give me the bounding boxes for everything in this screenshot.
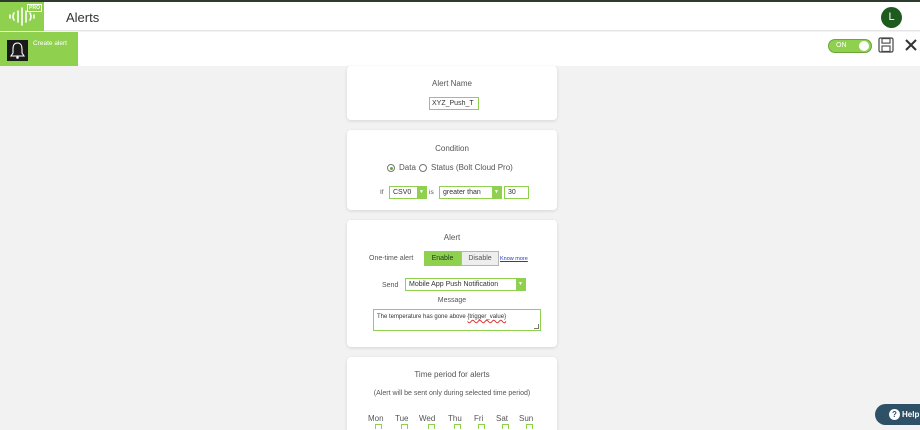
status-radio-label: Status (Bolt Cloud Pro) bbox=[431, 163, 513, 172]
save-icon[interactable] bbox=[878, 37, 894, 53]
day-thu-checkbox[interactable] bbox=[454, 424, 461, 429]
data-radio-label: Data bbox=[399, 163, 416, 172]
day-selector: Mon Tue Wed Thu Fri Sat Sun bbox=[347, 218, 557, 430]
operator-value: greater than bbox=[443, 189, 481, 196]
variable-value: CSV0 bbox=[393, 189, 412, 196]
alert-name-card: Alert Name bbox=[347, 66, 557, 120]
alert-name-input[interactable] bbox=[429, 97, 479, 110]
chevron-down-icon: ▼ bbox=[492, 187, 501, 198]
action-toolbar: Create alert ON bbox=[0, 32, 920, 66]
day-fri-checkbox[interactable] bbox=[478, 424, 485, 429]
variable-select[interactable]: CSV0 ▼ bbox=[389, 186, 427, 199]
day-tue-checkbox[interactable] bbox=[401, 424, 408, 429]
user-avatar[interactable]: L bbox=[881, 7, 902, 28]
day-sat: Sat bbox=[496, 414, 509, 423]
create-alert-label: Create alert bbox=[33, 40, 67, 47]
day-tue: Tue bbox=[395, 414, 409, 423]
alert-on-toggle[interactable]: ON bbox=[828, 39, 872, 53]
toggle-knob bbox=[859, 41, 869, 51]
toggle-label: ON bbox=[836, 42, 847, 49]
data-radio[interactable] bbox=[387, 164, 395, 172]
if-label: If bbox=[380, 189, 384, 196]
day-mon: Mon bbox=[368, 414, 384, 423]
threshold-input[interactable] bbox=[504, 186, 529, 199]
condition-title: Condition bbox=[435, 144, 469, 153]
day-sat-checkbox[interactable] bbox=[502, 424, 509, 429]
is-label: is bbox=[429, 189, 434, 196]
operator-select[interactable]: greater than ▼ bbox=[439, 186, 502, 199]
help-button[interactable]: ? Help bbox=[875, 404, 920, 425]
day-mon-checkbox[interactable] bbox=[375, 424, 382, 429]
time-period-card: Time period for alerts (Alert will be se… bbox=[347, 357, 557, 430]
app-header: PRO Alerts L bbox=[0, 2, 920, 31]
pro-badge: PRO bbox=[27, 4, 42, 12]
alert-name-title: Alert Name bbox=[431, 79, 472, 88]
condition-type-radios: Data Status (Bolt Cloud Pro) bbox=[387, 163, 567, 175]
close-icon[interactable] bbox=[904, 37, 918, 53]
chevron-down-icon: ▼ bbox=[417, 187, 426, 198]
day-wed: Wed bbox=[419, 414, 436, 423]
bell-icon bbox=[7, 40, 28, 61]
day-fri: Fri bbox=[474, 414, 484, 423]
day-thu: Thu bbox=[448, 414, 462, 423]
page-title: Alerts bbox=[66, 10, 100, 25]
question-mark-icon: ? bbox=[889, 409, 900, 420]
status-radio[interactable] bbox=[419, 164, 427, 172]
create-alert-button[interactable]: Create alert bbox=[0, 32, 78, 66]
condition-card: Condition Data Status (Bolt Cloud Pro) I… bbox=[347, 130, 557, 210]
day-wed-checkbox[interactable] bbox=[428, 424, 435, 429]
help-label: Help bbox=[902, 410, 920, 419]
day-sun-checkbox[interactable] bbox=[526, 424, 533, 429]
day-sun: Sun bbox=[519, 414, 534, 423]
app-logo[interactable]: PRO bbox=[0, 2, 44, 31]
